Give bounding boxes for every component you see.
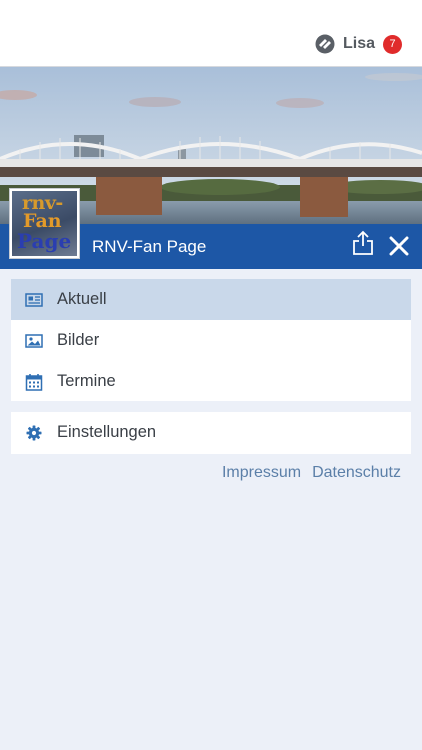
user-menu[interactable]: Lisa 7 [315, 32, 402, 56]
page-title: RNV-Fan Page [92, 237, 207, 256]
user-name: Lisa [342, 35, 375, 52]
menu-item-bilder[interactable]: Bilder [11, 320, 411, 361]
calendar-icon [25, 373, 43, 391]
notification-badge[interactable]: 7 [383, 34, 402, 54]
share-icon[interactable] [352, 230, 374, 256]
menu-item-termine[interactable]: Termine [11, 361, 411, 402]
top-bar: Lisa 7 [0, 0, 422, 67]
app-logo-icon [315, 34, 335, 54]
menu-label: Einstellungen [57, 423, 157, 441]
close-icon[interactable] [387, 234, 411, 258]
menu-label: Termine [57, 372, 116, 390]
settings-menu: Einstellungen [11, 412, 411, 454]
gear-icon [26, 425, 42, 440]
newspaper-icon [25, 292, 43, 307]
image-icon [25, 333, 43, 348]
menu-item-einstellungen[interactable]: Einstellungen [11, 412, 411, 453]
group-avatar: rnv- Fan Page [10, 189, 79, 258]
menu-label: Bilder [57, 331, 100, 349]
datenschutz-link[interactable]: Datenschutz [312, 464, 401, 482]
impressum-link[interactable]: Impressum [222, 464, 301, 482]
footer-links: Impressum Datenschutz [222, 464, 401, 482]
menu-item-aktuell[interactable]: Aktuell [11, 279, 411, 320]
main-menu: Aktuell Bilder Termine [11, 279, 411, 401]
menu-label: Aktuell [57, 290, 107, 308]
avatar-text-line3: Page [17, 229, 72, 253]
